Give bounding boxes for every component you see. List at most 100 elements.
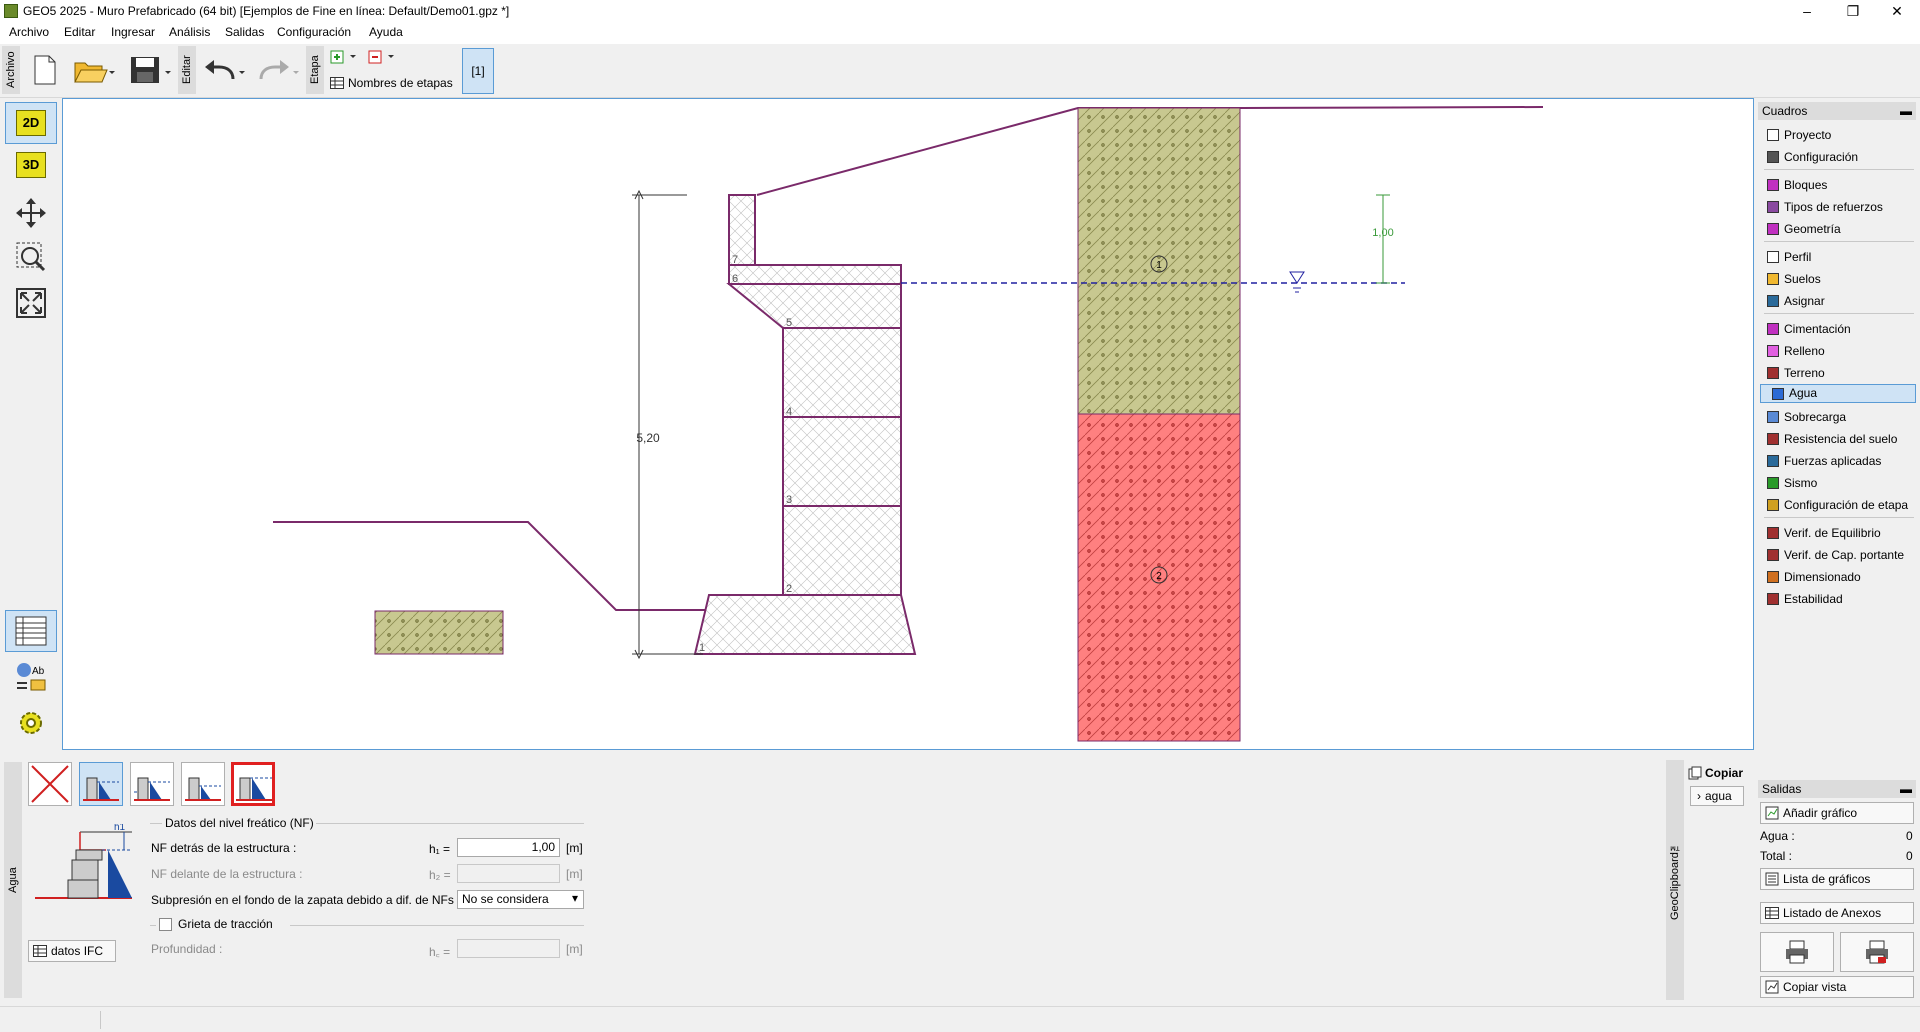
open-file-button[interactable]	[70, 50, 120, 90]
frame-item-backfill[interactable]: Relleno	[1760, 340, 1916, 362]
forces-icon	[1766, 454, 1780, 468]
add-stage-button[interactable]	[330, 48, 362, 66]
view-3d-button[interactable]: 3D	[5, 144, 57, 186]
copy-view-button[interactable]: Copiar vista	[1760, 976, 1914, 998]
uplift-select[interactable]: No se considera ▾	[457, 890, 584, 909]
frame-item-foundation[interactable]: Cimentación	[1760, 318, 1916, 340]
archivo-group-label: Archivo	[2, 46, 20, 94]
frame-item-profile[interactable]: Perfil	[1760, 246, 1916, 268]
restore-button[interactable]: ❐	[1830, 0, 1876, 22]
minimize-button[interactable]: –	[1784, 0, 1830, 22]
height-dimension-label: 5,20	[636, 431, 660, 445]
frame-item-label: Agua	[1789, 386, 1818, 400]
h1-input[interactable]: 1,00	[457, 838, 560, 857]
bearing-icon	[1766, 548, 1780, 562]
menu-salidas[interactable]: Salidas	[225, 25, 264, 39]
frame-item-dimensioning[interactable]: Dimensionado	[1760, 566, 1916, 588]
annex-list-button[interactable]: Listado de Anexos	[1760, 902, 1914, 924]
menu-analisis[interactable]: Análisis	[169, 25, 210, 39]
assign-icon	[1766, 294, 1780, 308]
block-3	[782, 416, 902, 507]
frame-item-label: Geometría	[1784, 222, 1841, 236]
frame-item-label: Perfil	[1784, 250, 1812, 264]
frame-item-stability[interactable]: Estabilidad	[1760, 588, 1916, 610]
frame-item-label: Dimensionado	[1784, 570, 1861, 584]
stage-names-button[interactable]: Nombres de etapas	[330, 74, 456, 92]
frame-item-gear[interactable]: Configuración	[1760, 146, 1916, 168]
water-mode-2-button[interactable]	[130, 762, 174, 806]
fit-view-button[interactable]	[5, 282, 57, 324]
frame-item-bearing[interactable]: Verif. de Cap. portante	[1760, 544, 1916, 566]
ifc-data-button[interactable]: datos IFC	[28, 940, 116, 962]
table-view-button[interactable]	[5, 610, 57, 652]
add-chart-button[interactable]: Añadir gráfico	[1760, 802, 1914, 824]
move-arrows-icon	[16, 198, 46, 228]
frame-item-reinforcement[interactable]: Tipos de refuerzos	[1760, 196, 1916, 218]
water-custom-icon	[236, 777, 272, 801]
2d-label: 2D	[16, 110, 46, 136]
close-button[interactable]: ✕	[1874, 0, 1920, 22]
frame-item-equilibrium[interactable]: Verif. de Equilibrio	[1760, 522, 1916, 544]
uplift-label: Subpresión en el fondo de la zapata debi…	[151, 893, 461, 907]
depth-input[interactable]	[457, 939, 560, 958]
collapse-icon[interactable]: ▬	[1900, 780, 1912, 798]
frame-item-assign[interactable]: Asignar	[1760, 290, 1916, 312]
depth-unit: [m]	[566, 942, 583, 956]
hc-label: h꜀ =	[429, 945, 451, 959]
frames-header-label: Cuadros	[1762, 104, 1808, 118]
zoom-window-button[interactable]	[5, 236, 57, 278]
water-input-panel: Agua h1 datos IFC Datos del nivel freáti…	[0, 752, 1754, 1006]
frame-item-earthquake[interactable]: Sismo	[1760, 472, 1916, 494]
copy-button[interactable]: Copiar	[1688, 764, 1748, 782]
drawing-canvas[interactable]: 1 2 1 2 3 4 5 6 7 5,20 1,00	[62, 98, 1754, 750]
frame-item-stage-config[interactable]: Configuración de etapa	[1760, 494, 1916, 516]
menu-configuracion[interactable]: Configuración	[277, 25, 351, 39]
legend-style-button[interactable]: Ab	[5, 656, 57, 698]
menu-ayuda[interactable]: Ayuda	[369, 25, 403, 39]
h2-input[interactable]	[457, 864, 560, 883]
wall-drawing: 1 2 1 2 3 4 5 6 7 5,20 1,00	[273, 106, 1544, 742]
pan-button[interactable]	[5, 192, 57, 234]
paste-agua-button[interactable]: › agua	[1690, 786, 1744, 806]
frame-item-label: Configuración de etapa	[1784, 498, 1909, 512]
chart-list-button[interactable]: Lista de gráficos	[1760, 868, 1914, 890]
settings-button[interactable]	[5, 702, 57, 744]
soils-icon	[1766, 272, 1780, 286]
open-folder-icon	[74, 62, 115, 83]
new-file-button[interactable]	[28, 50, 62, 90]
undo-button[interactable]	[200, 50, 250, 90]
menu-ingresar[interactable]: Ingresar	[111, 25, 155, 39]
fit-to-screen-icon	[16, 288, 46, 318]
diagram-h1-label: h1	[114, 824, 126, 833]
water-mode-1-button[interactable]	[79, 762, 123, 806]
stage-1-button[interactable]: [1]	[462, 48, 494, 94]
remove-stage-button[interactable]	[368, 48, 400, 66]
collapse-icon[interactable]: ▬	[1900, 102, 1912, 120]
view-2d-button[interactable]: 2D	[5, 102, 57, 144]
frame-item-terrain[interactable]: Terreno	[1760, 362, 1916, 384]
frame-item-document[interactable]: Proyecto	[1760, 124, 1916, 146]
no-water-button[interactable]	[28, 762, 72, 806]
frame-item-soils[interactable]: Suelos	[1760, 268, 1916, 290]
water-mode-4-button[interactable]	[231, 762, 275, 806]
redo-button[interactable]	[254, 50, 304, 90]
water-mode-3-button[interactable]	[181, 762, 225, 806]
frame-item-resistance[interactable]: Resistencia del suelo	[1760, 428, 1916, 450]
tension-crack-checkbox[interactable]	[159, 918, 172, 931]
left-toolbar: 2D 3D Ab	[0, 98, 62, 750]
save-button[interactable]	[126, 50, 176, 90]
editar-group-label: Editar	[178, 46, 196, 94]
frame-item-blocks[interactable]: Bloques	[1760, 174, 1916, 196]
frame-item-surcharge[interactable]: Sobrecarga	[1760, 406, 1916, 428]
menu-editar[interactable]: Editar	[64, 25, 95, 39]
frame-item-water[interactable]: Agua	[1760, 384, 1916, 403]
menu-archivo[interactable]: Archivo	[9, 25, 49, 39]
print-button[interactable]	[1760, 932, 1834, 972]
frame-item-geometry[interactable]: Geometría	[1760, 218, 1916, 240]
frame-item-forces[interactable]: Fuerzas aplicadas	[1760, 450, 1916, 472]
resistance-icon	[1766, 432, 1780, 446]
reinforcement-icon	[1766, 200, 1780, 214]
water-front-icon	[185, 777, 221, 801]
print-export-button[interactable]	[1840, 932, 1914, 972]
etapa-group-label: Etapa	[306, 46, 324, 94]
